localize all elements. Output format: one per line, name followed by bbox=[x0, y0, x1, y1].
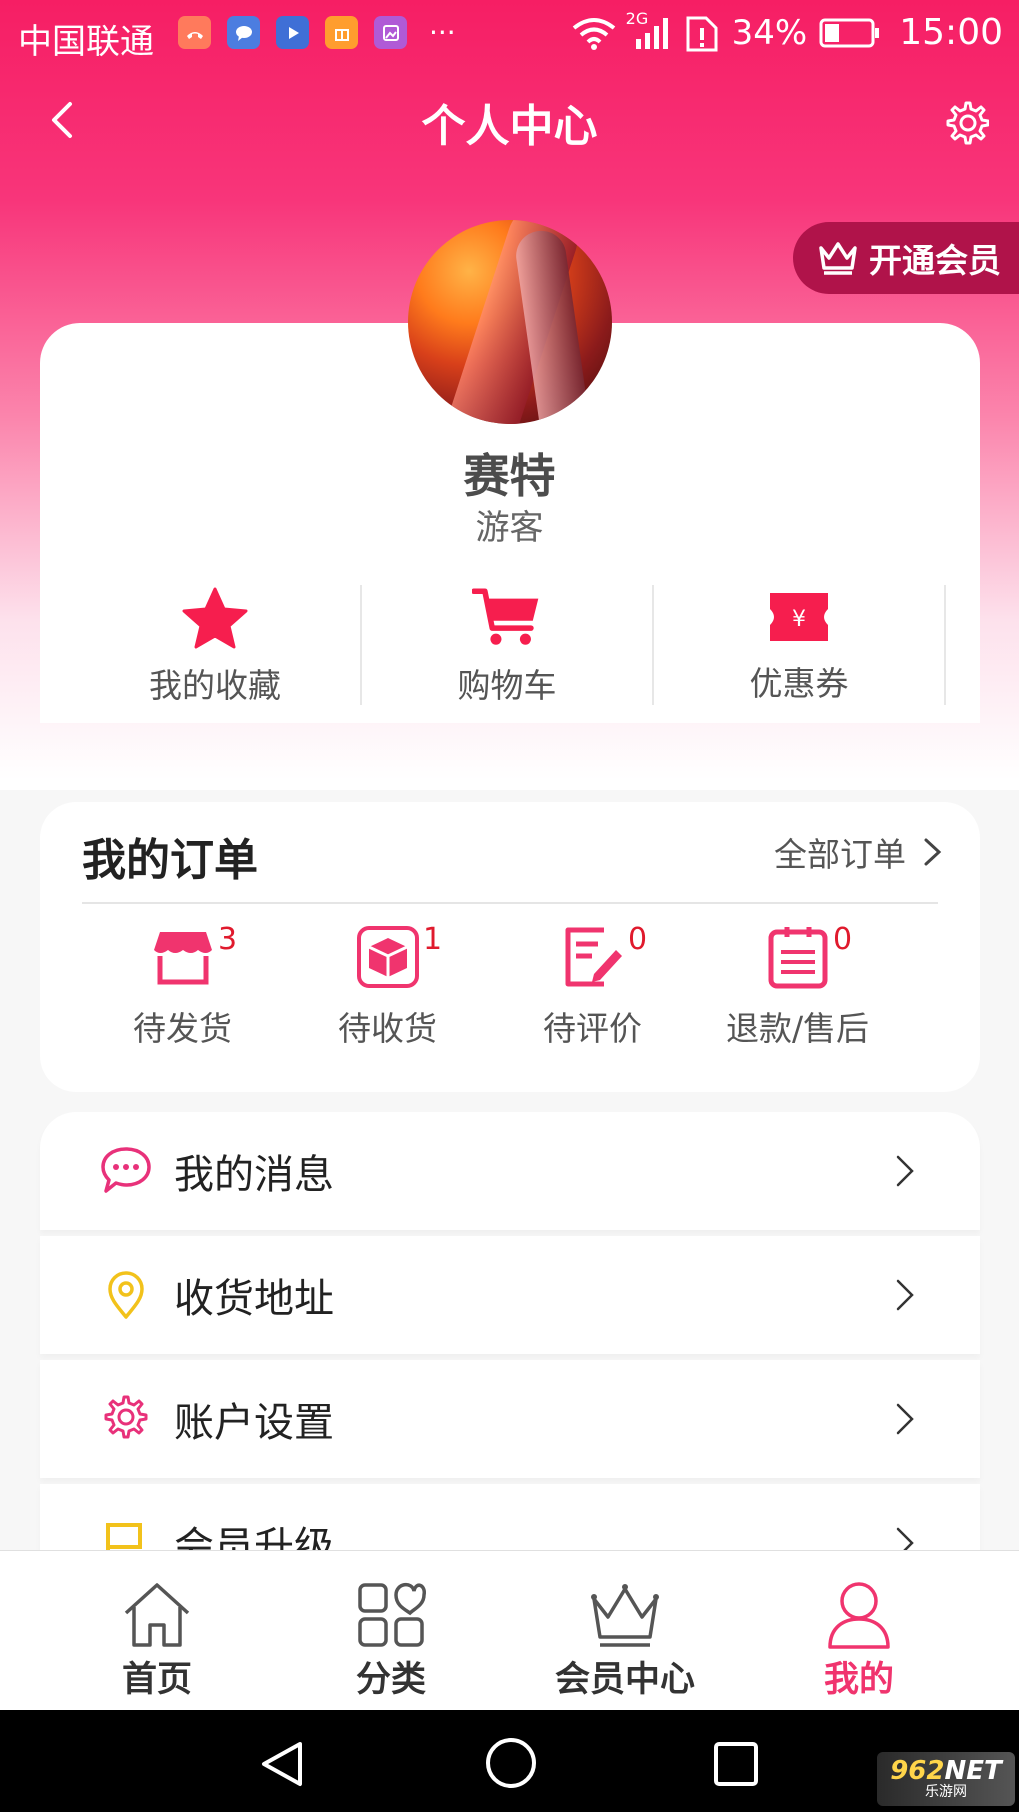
tab-category[interactable]: 分类 bbox=[274, 1551, 508, 1711]
list-icon bbox=[768, 927, 827, 989]
sim-alert-icon bbox=[686, 16, 718, 51]
shop-icon bbox=[153, 932, 212, 985]
signal-icon: 2G bbox=[626, 9, 672, 51]
order-to-receive[interactable]: 1 待收货 bbox=[285, 922, 490, 1050]
order-to-review-label: 待评价 bbox=[543, 1009, 642, 1048]
cart-label: 购物车 bbox=[457, 666, 557, 705]
package-icon bbox=[356, 926, 419, 988]
watermark-suffix: NET bbox=[944, 1756, 1002, 1786]
orders-title: 我的订单 bbox=[82, 835, 258, 886]
watermark-number: 962 bbox=[890, 1756, 945, 1786]
order-to-review[interactable]: 0 待评价 bbox=[490, 922, 695, 1050]
avatar[interactable] bbox=[408, 220, 612, 424]
wifi-icon bbox=[572, 17, 615, 50]
chevron-right-icon bbox=[896, 1279, 914, 1311]
user-role: 游客 bbox=[475, 508, 544, 548]
menu-address-label: 收货地址 bbox=[174, 1276, 334, 1322]
order-to-ship-label: 待发货 bbox=[133, 1009, 232, 1048]
coupons-label: 优惠券 bbox=[749, 664, 849, 703]
menu-account-settings-label: 账户设置 bbox=[174, 1400, 334, 1446]
tab-mine-label: 我的 bbox=[823, 1660, 894, 1700]
cart-link[interactable]: 购物车 bbox=[362, 585, 654, 705]
nav-recent-icon[interactable] bbox=[712, 1740, 760, 1788]
menu-address[interactable]: 收货地址 bbox=[40, 1236, 980, 1354]
battery-percent: 34% bbox=[731, 12, 808, 53]
divider bbox=[82, 902, 938, 904]
home-icon bbox=[124, 1583, 190, 1647]
order-to-receive-label: 待收货 bbox=[338, 1009, 437, 1048]
tab-vip-center[interactable]: 会员中心 bbox=[508, 1551, 742, 1711]
edit-note-icon bbox=[565, 927, 622, 987]
order-to-review-count: 0 bbox=[628, 922, 648, 957]
nav-home-icon[interactable] bbox=[484, 1736, 538, 1790]
quick-links: 我的收藏 购物车 ¥ 优惠券 bbox=[70, 585, 946, 705]
tab-category-label: 分类 bbox=[355, 1660, 426, 1700]
order-status-row: 3 待发货 1 待收货 0 待评价 0 退款/售后 bbox=[80, 922, 940, 1050]
gift-icon bbox=[325, 16, 358, 49]
tab-home-label: 首页 bbox=[121, 1660, 192, 1700]
order-to-ship[interactable]: 3 待发货 bbox=[80, 922, 285, 1050]
order-to-receive-count: 1 bbox=[423, 922, 443, 957]
gallery-icon bbox=[374, 16, 407, 49]
tab-home[interactable]: 首页 bbox=[40, 1551, 274, 1711]
missed-call-icon bbox=[178, 16, 211, 49]
message-icon bbox=[227, 16, 260, 49]
page-title: 个人中心 bbox=[421, 101, 598, 152]
watermark-text: 乐游网 bbox=[925, 1784, 967, 1800]
menu-messages-label: 我的消息 bbox=[174, 1152, 334, 1198]
crown-icon bbox=[591, 1584, 659, 1647]
orders-card: 我的订单 全部订单 3 待发货 1 待收货 0 待评价 0 退款/售后 bbox=[40, 802, 980, 1092]
carrier-name: 中国联通 bbox=[18, 22, 154, 62]
tab-mine[interactable]: 我的 bbox=[742, 1551, 976, 1711]
gear-icon bbox=[104, 1395, 148, 1439]
notification-icons: ··· bbox=[178, 16, 456, 49]
tab-vip-center-label: 会员中心 bbox=[554, 1660, 695, 1700]
status-right: 2G 34% 15:00 bbox=[572, 9, 1003, 53]
watermark-logo: 962NET 乐游网 bbox=[877, 1752, 1015, 1806]
system-nav-bar bbox=[0, 1710, 1019, 1812]
order-refund-count: 0 bbox=[833, 922, 853, 957]
order-refund-label: 退款/售后 bbox=[725, 1009, 870, 1048]
all-orders-label: 全部订单 bbox=[774, 835, 906, 874]
chevron-right-icon bbox=[924, 838, 942, 866]
bottom-tab-bar: 首页 分类 会员中心 我的 bbox=[0, 1550, 1019, 1710]
favorites-label: 我的收藏 bbox=[149, 666, 281, 705]
gear-icon[interactable] bbox=[943, 100, 989, 146]
cart-icon bbox=[472, 588, 539, 645]
chevron-right-icon bbox=[896, 1403, 914, 1435]
menu-messages[interactable]: 我的消息 bbox=[40, 1112, 980, 1230]
video-icon bbox=[276, 16, 309, 49]
svg-text:¥: ¥ bbox=[792, 607, 806, 632]
more-notifications: ··· bbox=[429, 16, 456, 49]
menu-account-settings[interactable]: 账户设置 bbox=[40, 1360, 980, 1478]
order-to-ship-count: 3 bbox=[218, 922, 238, 957]
star-icon bbox=[182, 587, 248, 649]
user-icon bbox=[828, 1582, 890, 1649]
all-orders-link[interactable]: 全部订单 bbox=[774, 828, 944, 876]
top-bar: 个人中心 bbox=[0, 72, 1019, 168]
clock: 15:00 bbox=[899, 12, 1003, 53]
nav-back-icon[interactable] bbox=[256, 1738, 308, 1790]
chat-bubble-icon bbox=[101, 1147, 151, 1193]
coupon-icon: ¥ bbox=[770, 593, 828, 641]
order-refund[interactable]: 0 退款/售后 bbox=[695, 922, 900, 1050]
battery-icon bbox=[819, 18, 880, 47]
chevron-right-icon bbox=[896, 1155, 914, 1187]
coupons-link[interactable]: ¥ 优惠券 bbox=[654, 585, 946, 705]
favorites-link[interactable]: 我的收藏 bbox=[70, 585, 362, 705]
location-pin-icon bbox=[108, 1271, 144, 1319]
status-bar: 中国联通 ··· 2G 34% 15:00 bbox=[0, 0, 1019, 72]
open-vip-label: 开通会员 bbox=[869, 241, 1001, 280]
crown-icon bbox=[819, 242, 857, 275]
network-type: 2G bbox=[625, 8, 649, 28]
open-vip-button[interactable]: 开通会员 bbox=[793, 222, 1019, 294]
user-name: 赛特 bbox=[463, 449, 556, 503]
category-icon bbox=[358, 1582, 426, 1647]
